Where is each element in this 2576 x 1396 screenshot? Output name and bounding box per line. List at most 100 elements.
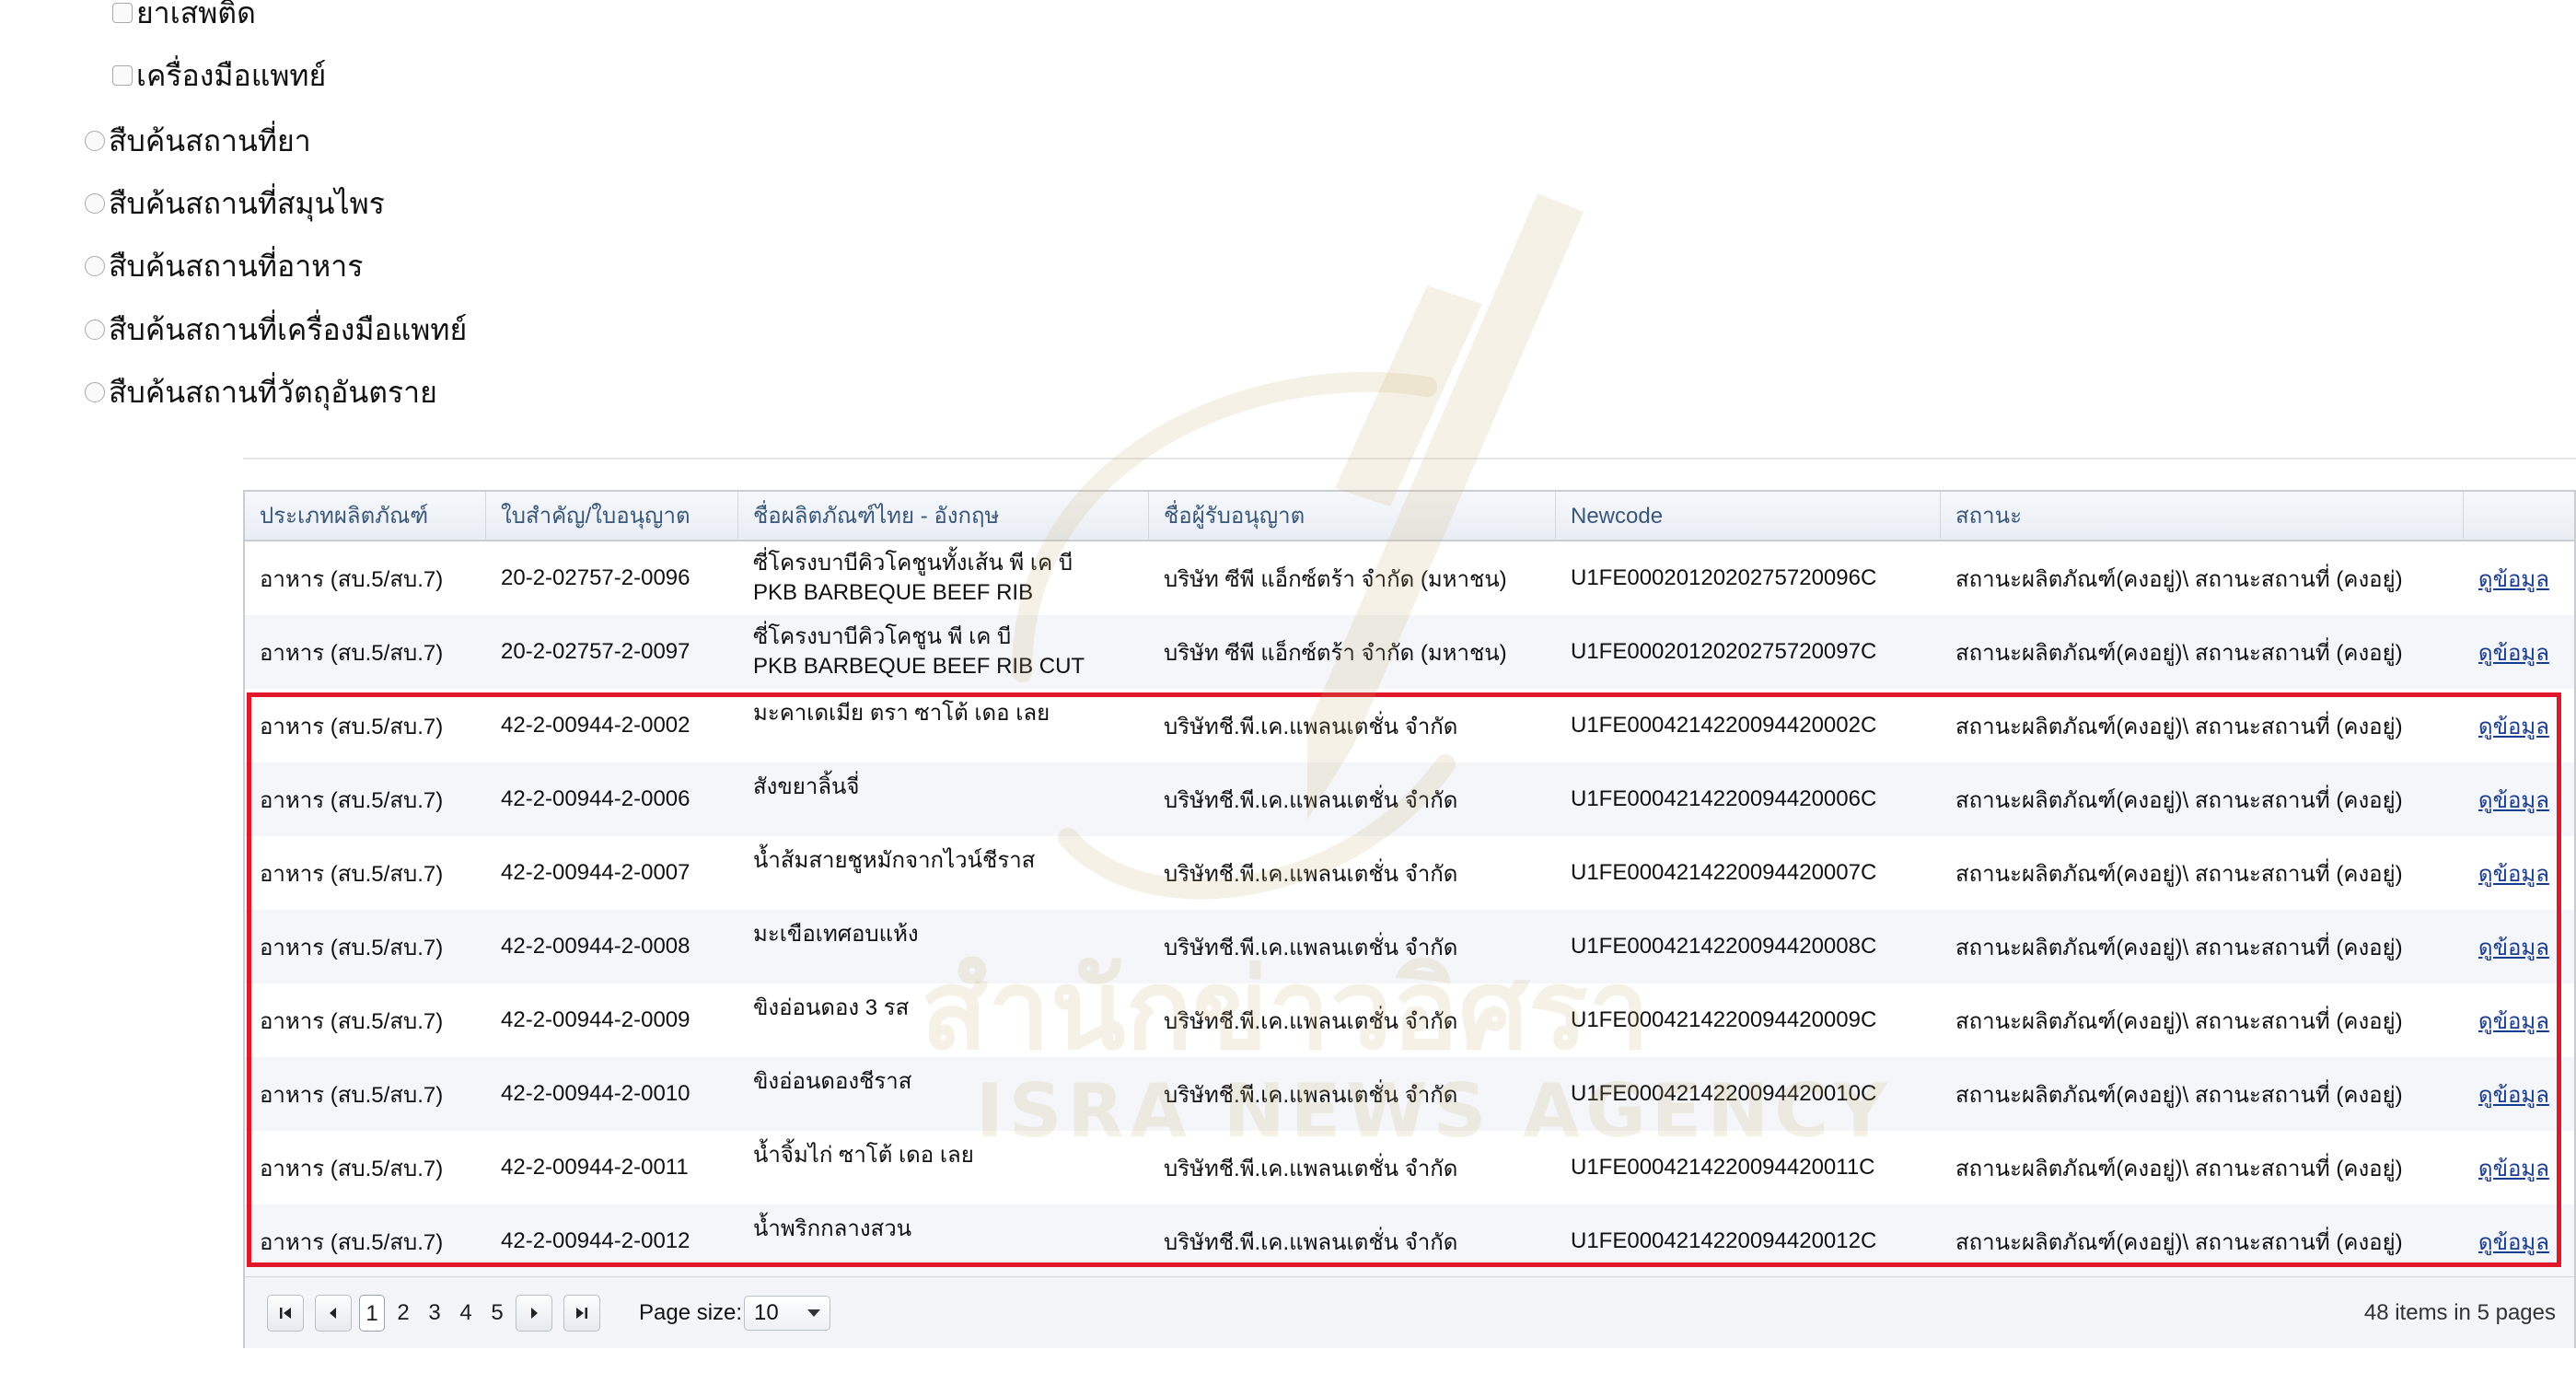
cell-license-number: 42-2-00944-2-0011 <box>501 1155 689 1180</box>
cell-license-number: 42-2-00944-2-0008 <box>501 934 690 959</box>
product-name-th: ขิงอ่อนดอง 3 รส <box>753 995 910 1020</box>
page-link-5[interactable]: 5 <box>484 1295 510 1332</box>
cell-product-name: ซี่โครงบาบีคิวโคชูน พี เค บี PKB BARBEQUE… <box>738 615 1149 689</box>
grid-header: ประเภทผลิตภัณฑ์ ใบสำคัญ/ใบอนุญาต ชื่อผลิ… <box>245 492 2574 541</box>
cell-license-number: 42-2-00944-2-0010 <box>501 1081 690 1106</box>
cell-license-number: 42-2-00944-2-0009 <box>501 1007 690 1032</box>
column-header-type[interactable]: ประเภทผลิตภัณฑ์ <box>245 492 486 541</box>
cell-product-type: อาหาร (สบ.5/สบ.7) <box>260 714 444 739</box>
cell-status: สถานะผลิตภัณฑ์(คงอยู่)\ สถานะสถานที่ (คง… <box>1955 1229 2403 1255</box>
cell-product-type: อาหาร (สบ.5/สบ.7) <box>260 935 444 960</box>
product-name-en: PKB BARBEQUE BEEF RIB CUT <box>753 654 1085 679</box>
view-details-link[interactable]: ดูข้อมูล <box>2464 689 2576 762</box>
cell-license-number: 42-2-00944-2-0012 <box>501 1228 690 1253</box>
view-details-link[interactable]: ดูข้อมูล <box>2464 983 2576 1057</box>
cell-status: สถานะผลิตภัณฑ์(คงอยู่)\ สถานะสถานที่ (คง… <box>1955 787 2403 813</box>
option-label: สืบค้นสถานที่เครื่องมือแพทย์ <box>109 313 468 346</box>
column-header-action <box>2464 492 2576 541</box>
radio-medical-device-places[interactable]: สืบค้นสถานที่เครื่องมือแพทย์ <box>85 311 467 348</box>
cell-newcode: U1FE0002012020275720096C <box>1571 565 1877 590</box>
cell-status: สถานะผลิตภัณฑ์(คงอยู่)\ สถานะสถานที่ (คง… <box>1955 1008 2403 1034</box>
cell-product-type: อาหาร (สบ.5/สบ.7) <box>260 787 444 813</box>
product-name-th: มะเขือเทศอบแห้ง <box>753 922 919 947</box>
cell-license-number: 42-2-00944-2-0007 <box>501 860 690 885</box>
next-page-icon <box>531 1308 538 1319</box>
radio-circle[interactable] <box>85 131 105 151</box>
page-size-select[interactable]: 10 <box>744 1296 830 1331</box>
cell-product-type: อาหาร (สบ.5/สบ.7) <box>260 1229 444 1255</box>
cell-product-type: อาหาร (สบ.5/สบ.7) <box>260 861 444 887</box>
page-link-1[interactable]: 1 <box>359 1295 385 1332</box>
first-page-button[interactable] <box>267 1295 304 1332</box>
cell-newcode: U1FE0004214220094420007C <box>1571 860 1877 885</box>
view-details-link-text[interactable]: ดูข้อมูล <box>2478 1076 2549 1112</box>
option-label: สืบค้นสถานที่วัตถุอันตราย <box>109 376 437 409</box>
radio-circle[interactable] <box>85 320 105 340</box>
view-details-link-text[interactable]: ดูข้อมูล <box>2478 634 2549 670</box>
view-details-link-text[interactable]: ดูข้อมูล <box>2478 561 2549 597</box>
checkbox-medical-devices[interactable]: เครื่องมือแพทย์ <box>112 57 326 94</box>
column-header-product-name[interactable]: ชื่อผลิตภัณฑ์ไทย - อังกฤษ <box>738 492 1149 541</box>
page-link-3[interactable]: 3 <box>422 1295 447 1332</box>
column-header-status[interactable]: สถานะ <box>1941 492 2464 541</box>
radio-circle[interactable] <box>85 256 105 276</box>
cell-product-type: อาหาร (สบ.5/สบ.7) <box>260 566 444 592</box>
view-details-link[interactable]: ดูข้อมูล <box>2464 1131 2576 1204</box>
page-link-2[interactable]: 2 <box>390 1295 416 1332</box>
column-header-licensee[interactable]: ชื่อผู้รับอนุญาต <box>1149 492 1556 541</box>
radio-circle[interactable] <box>85 193 105 214</box>
radio-circle[interactable] <box>85 382 105 402</box>
page-link-4[interactable]: 4 <box>453 1295 479 1332</box>
cell-status: สถานะผลิตภัณฑ์(คงอยู่)\ สถานะสถานที่ (คง… <box>1955 935 2403 960</box>
product-name-th: น้ำพริกกลางสวน <box>753 1216 912 1241</box>
radio-hazardous-places[interactable]: สืบค้นสถานที่วัตถุอันตราย <box>85 374 437 411</box>
cell-product-name: มะคาเดเมีย ตรา ซาโต้ เดอ เลย <box>738 689 1149 762</box>
results-grid: ประเภทผลิตภัณฑ์ ใบสำคัญ/ใบอนุญาต ชื่อผลิ… <box>243 490 2576 1348</box>
product-name-th: สังขยาลิ้นจี่ <box>753 774 860 799</box>
view-details-link[interactable]: ดูข้อมูล <box>2464 541 2576 615</box>
view-details-link-text[interactable]: ดูข้อมูล <box>2478 1003 2549 1039</box>
view-details-link-text[interactable]: ดูข้อมูล <box>2478 855 2549 891</box>
radio-drug-places[interactable]: สืบค้นสถานที่ยา <box>85 122 311 159</box>
cell-licensee: บริษัทชี.พี.เค.แพลนเตชั่น จำกัด <box>1164 861 1458 887</box>
view-details-link[interactable]: ดูข้อมูล <box>2464 1057 2576 1131</box>
radio-herbal-places[interactable]: สืบค้นสถานที่สมุนไพร <box>85 185 385 222</box>
cell-product-name: น้ำส้มสายชูหมักจากไวน์ชีราส <box>738 836 1149 910</box>
cell-product-type: อาหาร (สบ.5/สบ.7) <box>260 1008 444 1034</box>
view-details-link[interactable]: ดูข้อมูล <box>2464 836 2576 910</box>
checkbox-box[interactable] <box>112 3 133 23</box>
view-details-link[interactable]: ดูข้อมูล <box>2464 910 2576 983</box>
prev-page-button[interactable] <box>315 1295 352 1332</box>
next-page-button[interactable] <box>516 1295 552 1332</box>
view-details-link-text[interactable]: ดูข้อมูล <box>2478 1150 2549 1186</box>
option-label: เครื่องมือแพทย์ <box>136 59 327 92</box>
table-row: อาหาร (สบ.5/สบ.7) 20-2-02757-2-0096 ซี่โคร… <box>245 541 2574 615</box>
column-header-license[interactable]: ใบสำคัญ/ใบอนุญาต <box>486 492 738 541</box>
table-row: อาหาร (สบ.5/สบ.7) 42-2-00944-2-0006 สังขยา… <box>245 762 2574 836</box>
cell-status: สถานะผลิตภัณฑ์(คงอยู่)\ สถานะสถานที่ (คง… <box>1955 714 2403 739</box>
cell-licensee: บริษัท ซีพี แอ็กซ์ตร้า จำกัด (มหาชน) <box>1164 640 1507 666</box>
watermark-text-en: ISRA NEWS AGENCY <box>976 1068 1893 1154</box>
pager-pages-word: pages <box>2495 1300 2556 1325</box>
column-header-newcode[interactable]: Newcode <box>1556 492 1941 541</box>
last-page-button[interactable] <box>563 1295 600 1332</box>
product-name-th: น้ำจิ้มไก่ ซาโต้ เดอ เลย <box>753 1143 974 1168</box>
view-details-link-text[interactable]: ดูข้อมูล <box>2478 1224 2549 1260</box>
cell-newcode: U1FE0004214220094420012C <box>1571 1228 1877 1253</box>
view-details-link[interactable]: ดูข้อมูล <box>2464 762 2576 836</box>
prev-page-icon <box>330 1308 336 1319</box>
cell-status: สถานะผลิตภัณฑ์(คงอยู่)\ สถานะสถานที่ (คง… <box>1955 640 2403 666</box>
option-label: สืบค้นสถานที่ยา <box>109 124 311 157</box>
view-details-link-text[interactable]: ดูข้อมูล <box>2478 929 2549 965</box>
cell-product-type: อาหาร (สบ.5/สบ.7) <box>260 1156 444 1181</box>
view-details-link-text[interactable]: ดูข้อมูล <box>2478 708 2549 744</box>
pager-item-count: 48 <box>2363 1300 2389 1325</box>
radio-food-places[interactable]: สืบค้นสถานที่อาหาร <box>85 248 363 285</box>
checkbox-box[interactable] <box>112 65 133 86</box>
divider <box>243 458 2576 460</box>
checkbox-narcotics[interactable]: ยาเสพติด <box>112 0 256 31</box>
view-details-link[interactable]: ดูข้อมูล <box>2464 1204 2576 1278</box>
view-details-link[interactable]: ดูข้อมูล <box>2464 615 2576 689</box>
cell-newcode: U1FE0004214220094420002C <box>1571 713 1877 738</box>
view-details-link-text[interactable]: ดูข้อมูล <box>2478 782 2549 818</box>
